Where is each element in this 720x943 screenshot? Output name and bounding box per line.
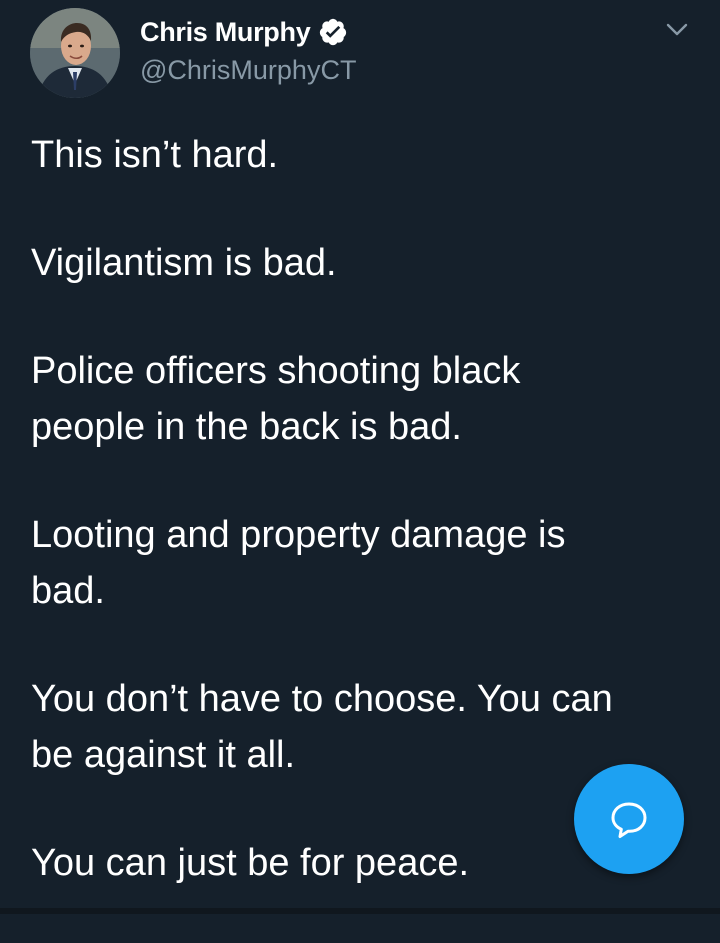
avatar[interactable] [30,8,120,98]
tweet-paragraph: This isn’t hard. [31,134,279,176]
avatar-photo [30,8,120,98]
tweet-paragraph: Looting and property damage is bad. [31,514,566,612]
verified-badge-icon [318,17,348,47]
reply-bubble-icon [611,802,647,838]
bottom-divider [0,908,720,914]
author-handle[interactable]: @ChrisMurphyCT [140,55,356,86]
tweet-paragraph: Police officers shooting black people in… [31,350,521,448]
author-name-row[interactable]: Chris Murphy [140,14,348,50]
reply-fab-button[interactable] [574,764,684,874]
author-display-name[interactable]: Chris Murphy [140,17,311,48]
chevron-down-icon[interactable] [662,18,692,42]
tweet-header: Chris Murphy @ChrisMurphyCT [0,0,720,110]
tweet-paragraph: Vigilantism is bad. [31,242,337,284]
tweet-paragraph: You don’t have to choose. You can be aga… [31,678,613,776]
